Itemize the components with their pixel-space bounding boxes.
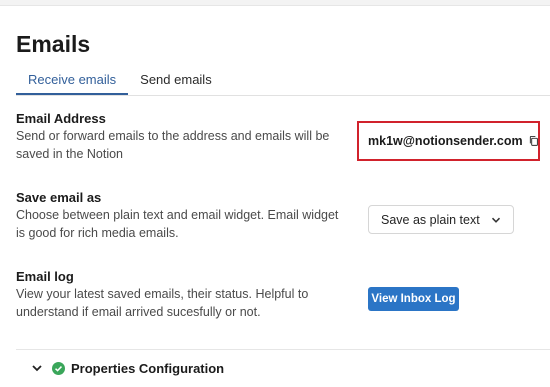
section-divider bbox=[16, 349, 550, 350]
copy-icon[interactable] bbox=[529, 133, 538, 149]
tab-bar: Receive emails Send emails bbox=[16, 64, 224, 95]
chevron-down-icon bbox=[491, 217, 501, 223]
email-address-description: Send or forward emails to the address an… bbox=[16, 129, 330, 161]
page-title: Emails bbox=[16, 31, 91, 57]
save-email-as-description: Choose between plain text and email widg… bbox=[16, 208, 339, 240]
tab-receive-emails[interactable]: Receive emails bbox=[16, 64, 129, 95]
check-circle-icon bbox=[52, 361, 65, 375]
email-log-description: View your latest saved emails, their sta… bbox=[16, 287, 309, 319]
properties-configuration-accordion[interactable]: Properties Configuration bbox=[31, 358, 224, 378]
properties-configuration-label: Properties Configuration bbox=[71, 360, 225, 376]
settings-panel: Emails Receive emails Send emails Email … bbox=[0, 5, 550, 387]
save-email-as-label: Save email as bbox=[16, 190, 102, 205]
email-log-label: Email log bbox=[16, 269, 74, 284]
email-address-label: Email Address bbox=[16, 111, 106, 126]
chevron-down-icon[interactable] bbox=[31, 362, 43, 374]
save-format-dropdown[interactable]: Save as plain text bbox=[368, 205, 514, 234]
tab-send-emails[interactable]: Send emails bbox=[128, 64, 224, 95]
email-address-value[interactable]: mk1w@notionsender.com bbox=[368, 134, 523, 148]
tabs-divider bbox=[16, 95, 550, 96]
save-format-selected: Save as plain text bbox=[381, 212, 480, 227]
email-address-box: mk1w@notionsender.com bbox=[357, 121, 540, 161]
view-inbox-log-button[interactable]: View Inbox Log bbox=[368, 287, 459, 311]
